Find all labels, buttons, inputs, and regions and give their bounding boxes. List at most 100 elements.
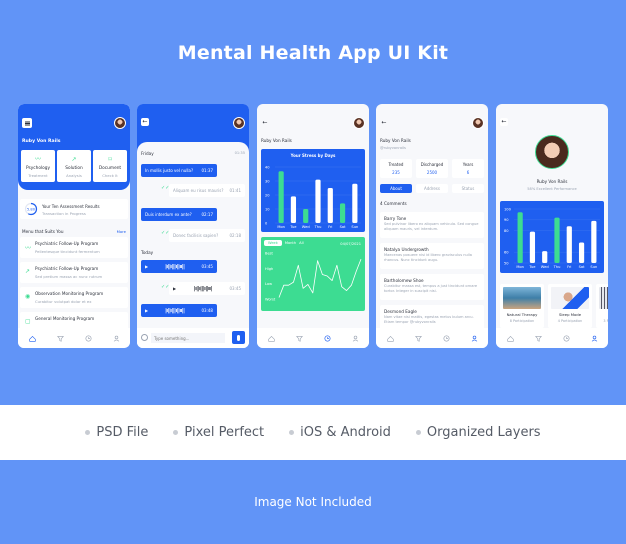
- home-nav-button[interactable]: [385, 333, 395, 343]
- clock-nav-button[interactable]: [441, 333, 451, 343]
- assessment-score: 5.80: [27, 207, 36, 211]
- message-bubble[interactable]: In mollis justo vel nulla? 01:37: [141, 164, 217, 177]
- profile-photo: [535, 135, 569, 169]
- filter-nav-button[interactable]: [294, 333, 304, 343]
- clock-nav-button[interactable]: [561, 333, 571, 343]
- voice-message[interactable]: ▶ |ı||ı|||ı||ıı|| 03:48: [141, 304, 217, 317]
- filter-nav-button[interactable]: [55, 333, 65, 343]
- activity-card[interactable]: Sleep Mode 4 Participation: [548, 284, 592, 328]
- tab-month[interactable]: Month: [285, 241, 296, 245]
- tab-all[interactable]: All: [299, 241, 303, 245]
- day-time: 01:35: [234, 151, 245, 155]
- clock-nav-button[interactable]: [83, 333, 93, 343]
- user-nav-button[interactable]: [469, 333, 479, 343]
- comment-item[interactable]: Barry Tone Sed pulvinar libero ex aliquam…: [380, 212, 484, 238]
- menu-item-sub: Curabitur volutpat dolor et ex: [35, 299, 92, 304]
- comment-author: Natalya Undergrowth: [384, 247, 429, 252]
- y-tick-label: 10: [265, 207, 270, 211]
- back-button[interactable]: ←: [380, 119, 388, 127]
- user-icon: [471, 335, 477, 342]
- bar-wed[interactable]: [542, 251, 548, 263]
- back-button[interactable]: ←: [500, 118, 508, 126]
- voice-message[interactable]: ▶ |ı||ı|||ı||ıı|| 03:45: [141, 260, 217, 273]
- waveform: |ı||ı|||ı||ıı||: [165, 307, 185, 314]
- tile-document[interactable]: ⌑ Document Check It: [93, 150, 127, 182]
- bar-fri[interactable]: [327, 188, 333, 223]
- bar-chart-svg: 50 60 80 90 100 Mon Tue Wed Thu Fri Sat Sun: [504, 207, 600, 269]
- tab-status[interactable]: Status: [452, 184, 484, 193]
- menu-button[interactable]: [22, 118, 32, 128]
- voice-duration: 03:45: [201, 264, 213, 269]
- bar-thu[interactable]: [315, 179, 321, 223]
- bar-mon[interactable]: [517, 212, 523, 263]
- message-bubble[interactable]: Aliquam eu risus mauris? 01:41: [169, 184, 245, 197]
- user-nav-button[interactable]: [111, 333, 121, 343]
- bar-sun[interactable]: [591, 220, 597, 263]
- bar-sun[interactable]: [352, 183, 358, 223]
- tab-week[interactable]: Week: [264, 240, 282, 246]
- play-icon: ▶: [173, 286, 177, 291]
- more-link[interactable]: More: [117, 229, 126, 234]
- tab-about[interactable]: About: [380, 184, 412, 193]
- message-bubble[interactable]: Donec facilisis sapien? 02:18: [169, 229, 245, 242]
- trend-up-icon: ↗: [71, 156, 77, 163]
- back-button[interactable]: ←: [141, 118, 149, 126]
- activity-card[interactable]: Natural Therapy 8 Participation: [500, 284, 544, 328]
- bar-sat[interactable]: [578, 242, 585, 263]
- comment-item[interactable]: Bartholomew Shoe Curabitur massa est, tem…: [380, 274, 484, 300]
- x-tick-label: Fri: [328, 225, 332, 229]
- avatar[interactable]: [233, 117, 245, 129]
- home-nav-button[interactable]: [27, 333, 37, 343]
- mic-button[interactable]: [232, 331, 245, 344]
- phone-screen-home: Ruby Von Rails 〰 Psychology Treatment ↗ …: [18, 104, 130, 348]
- activity-card[interactable]: 3 P: [596, 284, 608, 328]
- bar-sat[interactable]: [339, 203, 346, 223]
- avatar[interactable]: [353, 117, 365, 129]
- menu-item[interactable]: ↗ Psychiatric Follow-Up Program Sed pret…: [20, 262, 128, 283]
- avatar[interactable]: [472, 117, 484, 129]
- bookmark-icon: ▢: [25, 318, 31, 325]
- comment-text: Curabitur massa est, tempus a just tinci…: [384, 284, 478, 293]
- bar-tue[interactable]: [529, 231, 536, 263]
- clock-nav-button[interactable]: [322, 333, 332, 343]
- comment-item[interactable]: Natalya Undergrowth Maecenas posuere nisi…: [380, 243, 484, 269]
- message-time: 02:17: [201, 212, 213, 217]
- bar-mon[interactable]: [278, 171, 284, 223]
- voice-message[interactable]: ▶ |ı||ı|||ı||ıı| 03:45: [169, 282, 245, 295]
- user-icon: [591, 335, 597, 342]
- menu-item[interactable]: 〰 Psychiatric Follow-Up Program Pellente…: [20, 237, 128, 258]
- waveform: |ı||ı|||ı||ıı|: [193, 285, 213, 292]
- bookmark-icon: ⌑: [108, 156, 112, 163]
- message-bubble[interactable]: Duis interdum ex ante? 02:17: [141, 208, 217, 221]
- back-button[interactable]: ←: [261, 119, 269, 127]
- clock-icon: [563, 335, 569, 341]
- y-tick-label: 0: [265, 221, 268, 225]
- day-label: Friday: [141, 151, 154, 156]
- clock-icon: [443, 335, 449, 341]
- home-nav-button[interactable]: [266, 333, 276, 343]
- bar-tue[interactable]: [290, 196, 297, 223]
- tile-solution[interactable]: ↗ Solution Analysis: [57, 150, 91, 182]
- emoji-icon[interactable]: [141, 334, 148, 341]
- message-input[interactable]: [151, 333, 225, 343]
- user-nav-button[interactable]: [589, 333, 599, 343]
- home-nav-button[interactable]: [505, 333, 515, 343]
- assessment-card[interactable]: 5.80 Your Ten Assessment Results Transac…: [20, 199, 128, 219]
- bar-wed[interactable]: [303, 209, 309, 223]
- tile-psychology[interactable]: 〰 Psychology Treatment: [21, 150, 55, 182]
- message-time: 01:37: [201, 168, 213, 173]
- tab-address[interactable]: Address: [416, 184, 448, 193]
- x-tick-label: Sun: [590, 265, 597, 269]
- activity-image: [551, 287, 589, 309]
- filter-nav-button[interactable]: [413, 333, 423, 343]
- voice-duration: 03:48: [201, 308, 213, 313]
- bar-thu[interactable]: [554, 217, 560, 263]
- tile-label: Psychology: [25, 166, 51, 171]
- bar-fri[interactable]: [566, 226, 572, 263]
- avatar[interactable]: [114, 117, 126, 129]
- home-icon: [386, 335, 394, 342]
- menu-item[interactable]: ◉ Observation Monitoring Program Curabit…: [20, 287, 128, 308]
- user-nav-button[interactable]: [350, 333, 360, 343]
- comment-text: Nam vitae nisi mattis, egestas metus bul…: [384, 315, 474, 324]
- filter-nav-button[interactable]: [533, 333, 543, 343]
